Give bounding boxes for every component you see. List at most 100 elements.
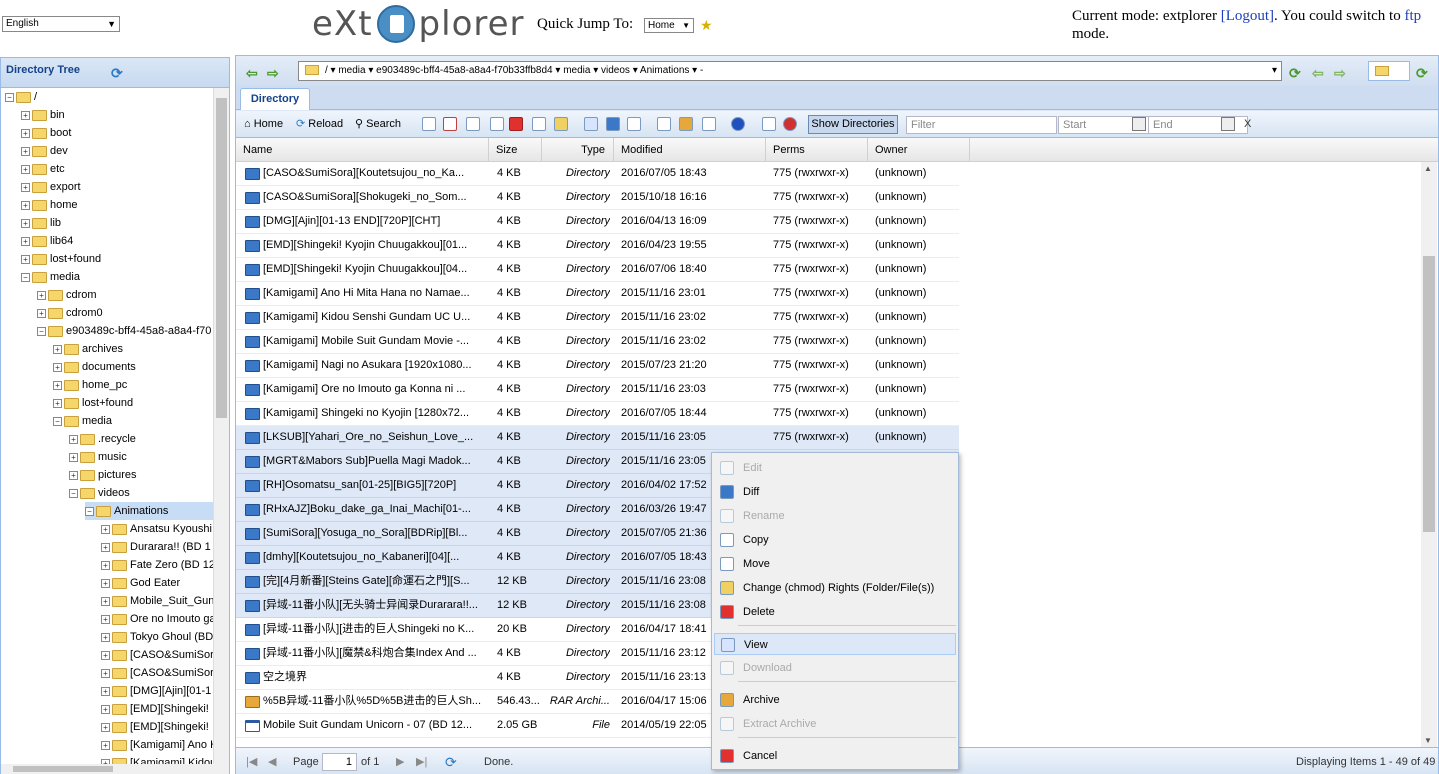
scroll-up-icon[interactable]: ▲ bbox=[1424, 164, 1432, 173]
expand-icon[interactable]: + bbox=[101, 740, 110, 750]
prev-page-icon[interactable]: ◀ bbox=[268, 754, 276, 770]
tree-node[interactable]: + Tokyo Ghoul (BD bbox=[101, 628, 213, 646]
grid-vertical-scrollbar[interactable]: ▲ ▼ bbox=[1421, 162, 1437, 747]
tree-node[interactable]: + export bbox=[21, 178, 213, 196]
refresh-path-icon[interactable]: ⟳ bbox=[1289, 65, 1301, 82]
column-header-owner[interactable]: Owner bbox=[868, 138, 970, 162]
expand-icon[interactable]: + bbox=[101, 596, 110, 606]
menu-item-delete[interactable]: Delete bbox=[714, 601, 956, 623]
expand-icon[interactable]: + bbox=[69, 452, 78, 462]
tree-node[interactable]: + [CASO&SumiSor bbox=[101, 646, 213, 664]
archive-icon[interactable] bbox=[679, 117, 693, 131]
expand-icon[interactable]: + bbox=[21, 110, 30, 120]
settings-icon[interactable] bbox=[762, 117, 776, 131]
collapse-icon[interactable]: − bbox=[21, 272, 30, 282]
forward-arrow-icon[interactable]: ⇨ bbox=[267, 65, 279, 82]
tree-node[interactable]: + Ore no Imouto ga bbox=[101, 610, 213, 628]
tree-node[interactable]: + [EMD][Shingeki! bbox=[101, 700, 213, 718]
table-row[interactable]: [DMG][Ajin][01-13 END][720P][CHT] 4 KB Dir… bbox=[236, 210, 959, 234]
scrollbar-thumb[interactable] bbox=[216, 98, 227, 418]
path-breadcrumb-input[interactable]: / ▾ media ▾ e903489c-bff4-45a8-a8a4-f70b… bbox=[298, 61, 1282, 81]
menu-item-rename[interactable]: Rename bbox=[714, 505, 956, 527]
tree-vertical-scrollbar[interactable] bbox=[213, 88, 229, 764]
collapse-icon[interactable]: − bbox=[37, 326, 46, 336]
table-row[interactable]: [Kamigami] Nagi no Asukara [1920x1080...… bbox=[236, 354, 959, 378]
quick-jump-select[interactable]: Home ▼ bbox=[644, 18, 694, 33]
tree-node[interactable]: + lib bbox=[21, 214, 213, 232]
home-button[interactable]: ⌂ Home bbox=[244, 115, 283, 133]
refresh-icon[interactable]: ⟳ bbox=[1416, 65, 1428, 82]
tree-horizontal-scrollbar[interactable] bbox=[1, 764, 229, 774]
scroll-down-icon[interactable]: ▼ bbox=[1424, 736, 1432, 745]
tree-node[interactable]: + documents bbox=[53, 358, 213, 376]
menu-item-copy[interactable]: Copy bbox=[714, 529, 956, 551]
tree-node[interactable]: + home_pc bbox=[53, 376, 213, 394]
search-button[interactable]: ⚲ Search bbox=[355, 115, 401, 133]
expand-icon[interactable]: + bbox=[53, 362, 62, 372]
next-page-icon[interactable]: ▶ bbox=[396, 754, 404, 770]
help-icon[interactable] bbox=[731, 117, 745, 131]
back-arrow-icon[interactable]: ⇦ bbox=[1312, 65, 1324, 82]
expand-icon[interactable]: + bbox=[101, 632, 110, 642]
tree-node[interactable]: + [EMD][Shingeki! bbox=[101, 718, 213, 736]
expand-icon[interactable]: + bbox=[101, 578, 110, 588]
expand-icon[interactable]: + bbox=[21, 218, 30, 228]
tree-node[interactable]: + [Kamigami] Kidou bbox=[101, 754, 213, 764]
collapse-icon[interactable]: − bbox=[5, 92, 14, 102]
tree-node[interactable]: + lib64 bbox=[21, 232, 213, 250]
menu-item-download[interactable]: Download bbox=[714, 657, 956, 679]
expand-icon[interactable]: + bbox=[101, 686, 110, 696]
table-row[interactable]: [Kamigami] Mobile Suit Gundam Movie -...… bbox=[236, 330, 959, 354]
column-header-type[interactable]: Type bbox=[542, 138, 614, 162]
expand-icon[interactable]: + bbox=[101, 650, 110, 660]
column-header-name[interactable]: Name bbox=[236, 138, 489, 162]
expand-icon[interactable]: + bbox=[69, 470, 78, 480]
menu-item-edit[interactable]: Edit bbox=[714, 457, 956, 479]
expand-icon[interactable]: + bbox=[21, 182, 30, 192]
expand-icon[interactable]: + bbox=[53, 398, 62, 408]
table-row[interactable]: [Kamigami] Ano Hi Mita Hana no Namae... 4… bbox=[236, 282, 959, 306]
collapse-icon[interactable]: − bbox=[85, 506, 94, 516]
calendar-icon[interactable] bbox=[1221, 117, 1235, 131]
move-icon[interactable] bbox=[490, 117, 504, 131]
forward-arrow-icon[interactable]: ⇨ bbox=[1334, 65, 1346, 82]
table-row[interactable]: [EMD][Shingeki! Kyojin Chuugakkou][01...… bbox=[236, 234, 959, 258]
logout-power-icon[interactable] bbox=[783, 117, 797, 131]
tree-node[interactable]: + Durarara!! (BD 1 bbox=[101, 538, 213, 556]
table-row[interactable]: [EMD][Shingeki! Kyojin Chuugakkou][04...… bbox=[236, 258, 959, 282]
back-arrow-icon[interactable]: ⇦ bbox=[246, 65, 258, 82]
expand-icon[interactable]: + bbox=[101, 668, 110, 678]
column-header-modified[interactable]: Modified bbox=[614, 138, 766, 162]
tree-node[interactable]: + [CASO&SumiSor bbox=[101, 664, 213, 682]
table-row[interactable]: [CASO&SumiSora][Koutetsujou_no_Ka... 4 KB… bbox=[236, 162, 959, 186]
scrollbar-thumb[interactable] bbox=[1423, 256, 1435, 532]
diff-icon[interactable] bbox=[606, 117, 620, 131]
menu-item-diff[interactable]: Diff bbox=[714, 481, 956, 503]
tab-directory[interactable]: Directory bbox=[240, 88, 310, 110]
tree-node[interactable]: + archives bbox=[53, 340, 213, 358]
tree-node[interactable]: + lost+found bbox=[21, 250, 213, 268]
table-row[interactable]: [Kamigami] Ore no Imouto ga Konna ni ...… bbox=[236, 378, 959, 402]
expand-icon[interactable]: + bbox=[101, 722, 110, 732]
table-row[interactable]: [CASO&SumiSora][Shokugeki_no_Som... 4 KB D… bbox=[236, 186, 959, 210]
tree-node[interactable]: − media bbox=[53, 412, 213, 430]
new-folder-button[interactable] bbox=[1368, 61, 1410, 81]
delete-icon[interactable] bbox=[509, 117, 523, 131]
expand-icon[interactable]: + bbox=[37, 290, 46, 300]
menu-item-cancel[interactable]: Cancel bbox=[714, 745, 956, 767]
tree-node[interactable]: + bin bbox=[21, 106, 213, 124]
menu-item-view[interactable]: View bbox=[714, 633, 956, 655]
expand-icon[interactable]: + bbox=[101, 542, 110, 552]
menu-item-move[interactable]: Move bbox=[714, 553, 956, 575]
last-page-icon[interactable]: ▶| bbox=[416, 754, 427, 770]
menu-item-archive[interactable]: Archive bbox=[714, 689, 956, 711]
collapse-icon[interactable]: − bbox=[69, 488, 78, 498]
collapse-icon[interactable]: − bbox=[53, 416, 62, 426]
expand-icon[interactable]: + bbox=[21, 254, 30, 264]
copy-icon[interactable] bbox=[466, 117, 480, 131]
table-row[interactable]: [LKSUB][Yahari_Ore_no_Seishun_Love_... 4 … bbox=[236, 426, 959, 450]
expand-icon[interactable]: + bbox=[53, 380, 62, 390]
expand-icon[interactable]: + bbox=[101, 524, 110, 534]
clear-filter-button[interactable]: X bbox=[1244, 115, 1251, 133]
ftp-mode-link[interactable]: ftp bbox=[1404, 8, 1421, 24]
